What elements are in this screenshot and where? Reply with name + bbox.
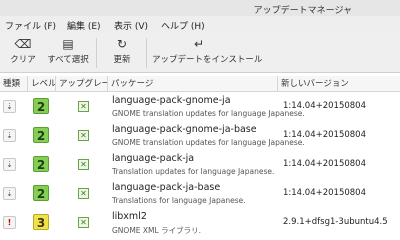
type-cell: ⇣ (0, 93, 28, 121)
package-name: language-pack-ja-base (112, 182, 221, 193)
refresh-button-label: 更新 (113, 55, 131, 65)
level-badge: 2 (33, 185, 49, 201)
menu-edit[interactable]: 編集 (E) (67, 19, 101, 32)
window-title: アップデートマネージャ (253, 6, 352, 16)
level-cell: 3 (28, 209, 56, 237)
package-download-icon: ⇣ (3, 158, 16, 171)
menu-view[interactable]: 表示 (V) (114, 19, 148, 32)
new-version: 1:14.04+20150804 (283, 188, 366, 198)
column-header-new-version[interactable]: 新しいバージョン (278, 76, 400, 92)
backspace-icon: ⌫ (14, 37, 32, 51)
version-cell: 1:14.04+20150804 (278, 151, 400, 179)
version-cell: 1:14.04+20150804 (278, 122, 400, 150)
upgrade-cell: ✕ (56, 151, 108, 179)
upgrade-cell: ✕ (56, 122, 108, 150)
package-download-icon: ⇣ (3, 129, 16, 142)
new-version: 1:14.04+20150804 (283, 159, 366, 169)
menu-help[interactable]: ヘルプ (H) (161, 19, 205, 32)
package-description: GNOME translation updates for language J… (112, 109, 305, 118)
type-cell: ⇣ (0, 122, 28, 150)
level-cell: 2 (28, 151, 56, 179)
version-cell: 1:14.04+20150804 (278, 93, 400, 121)
table-row[interactable]: ⇣ 2 ✕ language-pack-gnome-ja-base GNOME … (0, 122, 400, 150)
package-download-icon: ⇣ (3, 187, 16, 200)
menu-bar: ファイル (F) 編集 (E) 表示 (V) ヘルプ (H) (0, 16, 400, 33)
type-cell: ! (0, 209, 28, 237)
toolbar: ⌫ クリア ▤ すべて選択 ↻ 更新 ↵ アップデートをインストール (0, 33, 400, 73)
column-header-level[interactable]: レベル (28, 76, 56, 92)
package-download-icon: ⇣ (3, 100, 16, 113)
column-header-package[interactable]: パッケージ (108, 76, 278, 92)
new-version: 2.9.1+dfsg1-3ubuntu4.5 (283, 217, 388, 227)
clear-button[interactable]: ⌫ クリア (6, 36, 40, 70)
upgrade-checkbox[interactable]: ✕ (78, 101, 89, 112)
package-description: Translations for language Japanese. (112, 196, 246, 205)
level-badge: 2 (33, 98, 49, 114)
package-description: GNOME XML ライブラリ. (112, 226, 201, 235)
upgrade-cell: ✕ (56, 209, 108, 237)
upgrade-cell: ✕ (56, 93, 108, 121)
level-cell: 2 (28, 93, 56, 121)
upgrade-cell: ✕ (56, 180, 108, 208)
column-header-type[interactable]: 種類 (0, 76, 28, 92)
column-header-upgrade[interactable]: アップグレード (56, 76, 108, 92)
refresh-button[interactable]: ↻ 更新 (105, 36, 139, 70)
menu-file[interactable]: ファイル (F) (5, 19, 56, 32)
new-version: 1:14.04+20150804 (283, 130, 366, 140)
upgrade-checkbox[interactable]: ✕ (78, 159, 89, 170)
package-name: language-pack-gnome-ja (112, 95, 231, 106)
package-cell: libxml2 GNOME XML ライブラリ. (112, 209, 278, 237)
package-description: GNOME translation updates for language J… (112, 138, 305, 147)
upgrade-checkbox[interactable]: ✕ (78, 217, 89, 228)
package-cell: language-pack-ja-base Translations for l… (112, 180, 278, 208)
level-cell: 2 (28, 122, 56, 150)
upgrade-checkbox[interactable]: ✕ (78, 188, 89, 199)
package-cell: language-pack-ja Translation updates for… (112, 151, 278, 179)
new-version: 1:14.04+20150804 (283, 101, 366, 111)
type-cell: ⇣ (0, 151, 28, 179)
select-all-button-label: すべて選択 (47, 55, 89, 65)
version-cell: 2.9.1+dfsg1-3ubuntu4.5 (278, 209, 400, 237)
package-description: Translation updates for language Japanes… (112, 167, 275, 176)
level-badge: 2 (33, 156, 49, 172)
package-name: language-pack-ja (112, 153, 195, 164)
document-icon: ▤ (62, 37, 74, 51)
type-cell: ⇣ (0, 180, 28, 208)
table-row[interactable]: ! 3 ✕ libxml2 GNOME XML ライブラリ. 2.9.1+dfs… (0, 209, 400, 237)
package-cell: language-pack-gnome-ja GNOME translation… (112, 93, 305, 121)
title-bar: アップデートマネージャ (0, 0, 400, 16)
install-updates-button-label: アップデートをインストール (152, 55, 263, 65)
updates-table: 種類 レベル アップグレード パッケージ 新しいバージョン ⇣ 2 ✕ lang… (0, 76, 400, 240)
table-header: 種類 レベル アップグレード パッケージ 新しいバージョン (0, 76, 400, 92)
refresh-icon: ↻ (116, 37, 128, 51)
package-name: libxml2 (112, 211, 147, 222)
upgrade-checkbox[interactable]: ✕ (78, 130, 89, 141)
level-cell: 2 (28, 180, 56, 208)
install-updates-button[interactable]: ↵ アップデートをインストール (152, 36, 263, 70)
toolbar-separator (96, 38, 97, 68)
level-badge: 2 (33, 127, 49, 143)
package-name: language-pack-gnome-ja-base (112, 124, 257, 135)
table-row[interactable]: ⇣ 2 ✕ language-pack-gnome-ja GNOME trans… (0, 93, 400, 121)
table-row[interactable]: ⇣ 2 ✕ language-pack-ja Translation updat… (0, 151, 400, 179)
version-cell: 1:14.04+20150804 (278, 180, 400, 208)
enter-arrow-icon: ↵ (193, 37, 205, 51)
level-badge: 3 (33, 214, 49, 230)
clear-button-label: クリア (10, 55, 36, 65)
package-cell: language-pack-gnome-ja-base GNOME transl… (112, 122, 305, 150)
toolbar-separator (146, 38, 147, 68)
security-warning-icon: ! (3, 216, 16, 229)
table-row[interactable]: ⇣ 2 ✕ language-pack-ja-base Translations… (0, 180, 400, 208)
select-all-button[interactable]: ▤ すべて選択 (46, 36, 90, 70)
